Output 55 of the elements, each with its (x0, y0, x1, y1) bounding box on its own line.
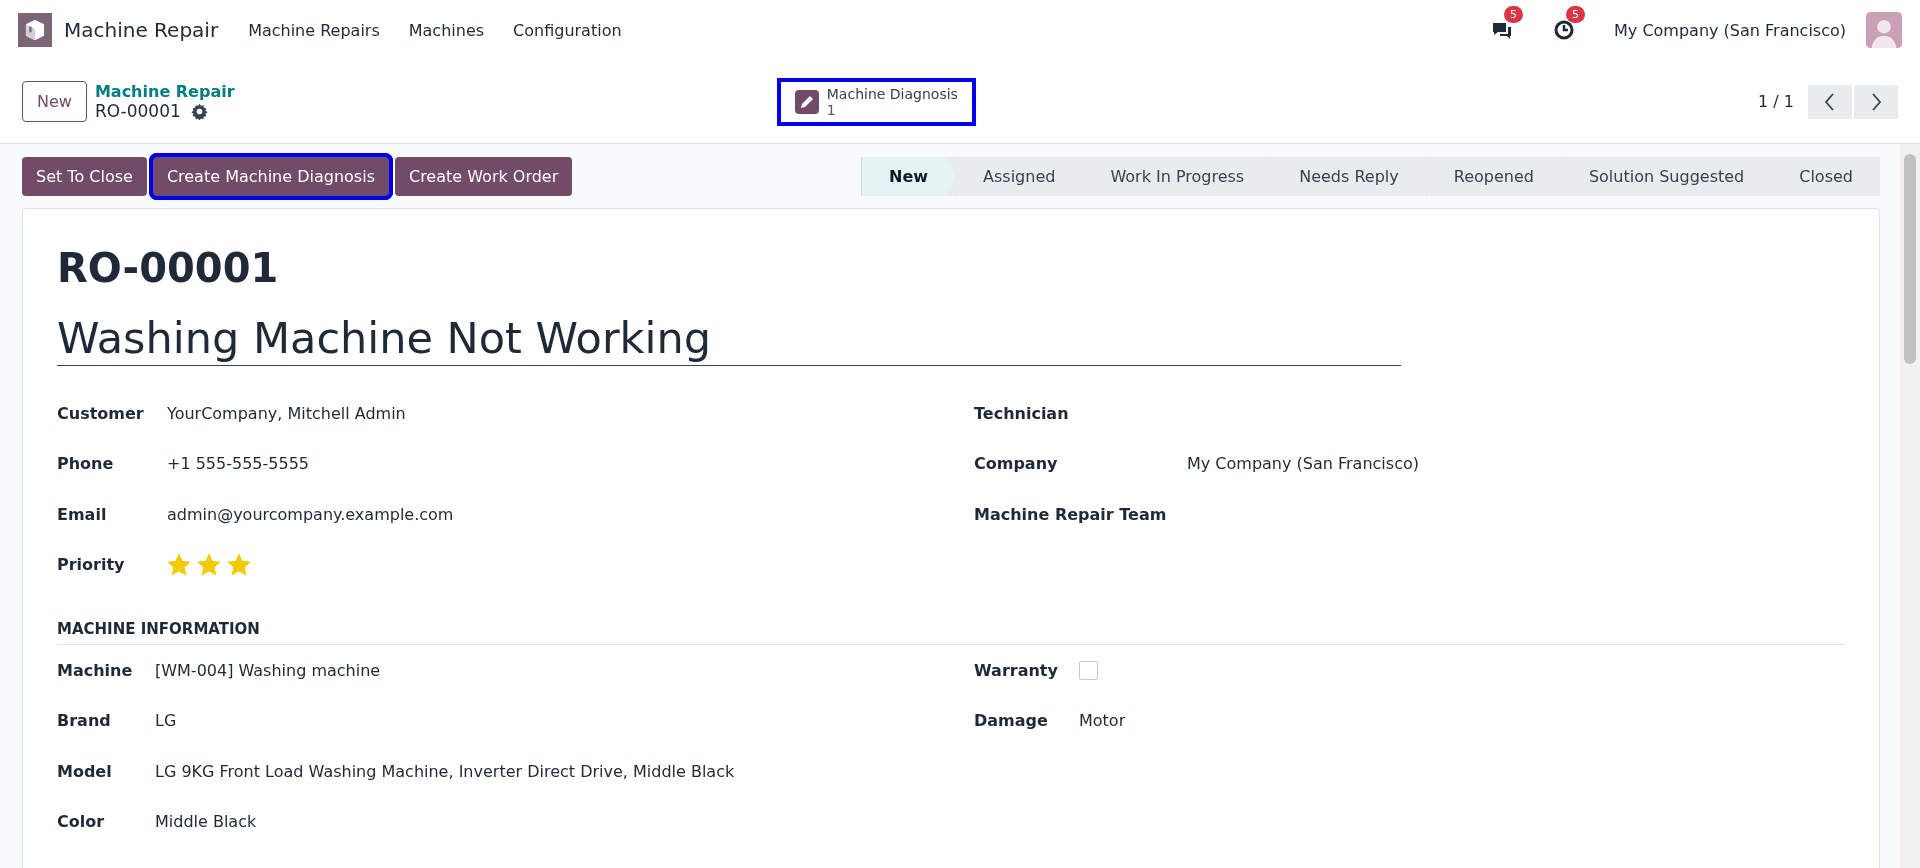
star-icon[interactable] (167, 552, 191, 577)
field-label: Warranty (974, 660, 1059, 680)
avatar-icon[interactable] (1866, 12, 1902, 48)
field-value[interactable]: admin@yourcompany.example.com (167, 504, 454, 524)
field-label: Email (57, 504, 108, 524)
pager-value: 1 / 1 (1758, 92, 1794, 111)
gear-icon[interactable] (190, 102, 208, 120)
field-label: Machine (57, 660, 134, 680)
field-value[interactable]: Middle Black (155, 812, 257, 832)
field-value[interactable]: [WM-004] Washing machine (155, 660, 381, 680)
field-label: Brand (57, 711, 112, 731)
chevron-left-icon (1824, 91, 1836, 112)
field-label: Technician (974, 403, 1070, 423)
action-button[interactable]: Set To Close (22, 156, 147, 196)
field-label: Machine Repair Team (974, 504, 1168, 524)
field-label: Priority (57, 555, 126, 575)
breadcrumb-link[interactable]: Machine Repair (94, 82, 235, 101)
field-value[interactable]: LG (155, 711, 177, 731)
chevron-right-icon (1870, 91, 1882, 112)
field-value[interactable]: LG 9KG Front Load Washing Machine, Inverter Direct Drive, Middle Black (155, 761, 735, 781)
action-button[interactable]: Create Work Order (394, 156, 573, 196)
field-value[interactable]: My Company (San Francisco) (1187, 454, 1419, 474)
status-stage[interactable]: Closed (1771, 156, 1880, 196)
company-switcher[interactable]: My Company (San Francisco) (1614, 20, 1846, 40)
star-icon[interactable] (197, 552, 221, 577)
field-label: Customer (57, 403, 145, 423)
new-button[interactable]: New (22, 81, 87, 122)
star-icon[interactable] (227, 552, 251, 577)
notification-badge: 5 (1504, 6, 1524, 23)
scrollbar[interactable] (1900, 144, 1920, 868)
app-name[interactable]: Machine Repair (64, 18, 219, 42)
record-name: RO-00001 (94, 101, 181, 121)
pencil-icon (794, 89, 819, 114)
field-value[interactable]: +1 555-555-5555 (167, 454, 309, 474)
field-label: Phone (57, 454, 115, 474)
next-button[interactable] (1854, 84, 1898, 119)
field-label: Color (57, 812, 106, 832)
notification-badge: 5 (1566, 6, 1586, 23)
menu-item[interactable]: Machines (408, 20, 485, 40)
field-label: Damage (974, 711, 1049, 731)
priority-stars[interactable] (167, 552, 251, 577)
menu-item[interactable]: Machine Repairs (248, 20, 380, 40)
menu-item[interactable]: Configuration (513, 20, 622, 40)
field-value[interactable]: Motor (1079, 711, 1126, 731)
field-label: Company (974, 454, 1059, 474)
section-heading: MACHINE INFORMATION (57, 620, 1845, 645)
field-label: Model (57, 761, 113, 781)
field-value[interactable]: YourCompany, Mitchell Admin (167, 403, 406, 423)
status-stage[interactable]: New (861, 156, 955, 196)
app-logo-icon[interactable] (18, 13, 52, 47)
previous-button[interactable] (1808, 84, 1852, 119)
warranty-checkbox[interactable] (1079, 660, 1098, 680)
record-reference: RO-00001 (57, 245, 280, 291)
smart-button[interactable]: Machine Diagnosis 1 (776, 77, 976, 126)
title-field[interactable]: Washing Machine Not Working (57, 313, 1401, 366)
